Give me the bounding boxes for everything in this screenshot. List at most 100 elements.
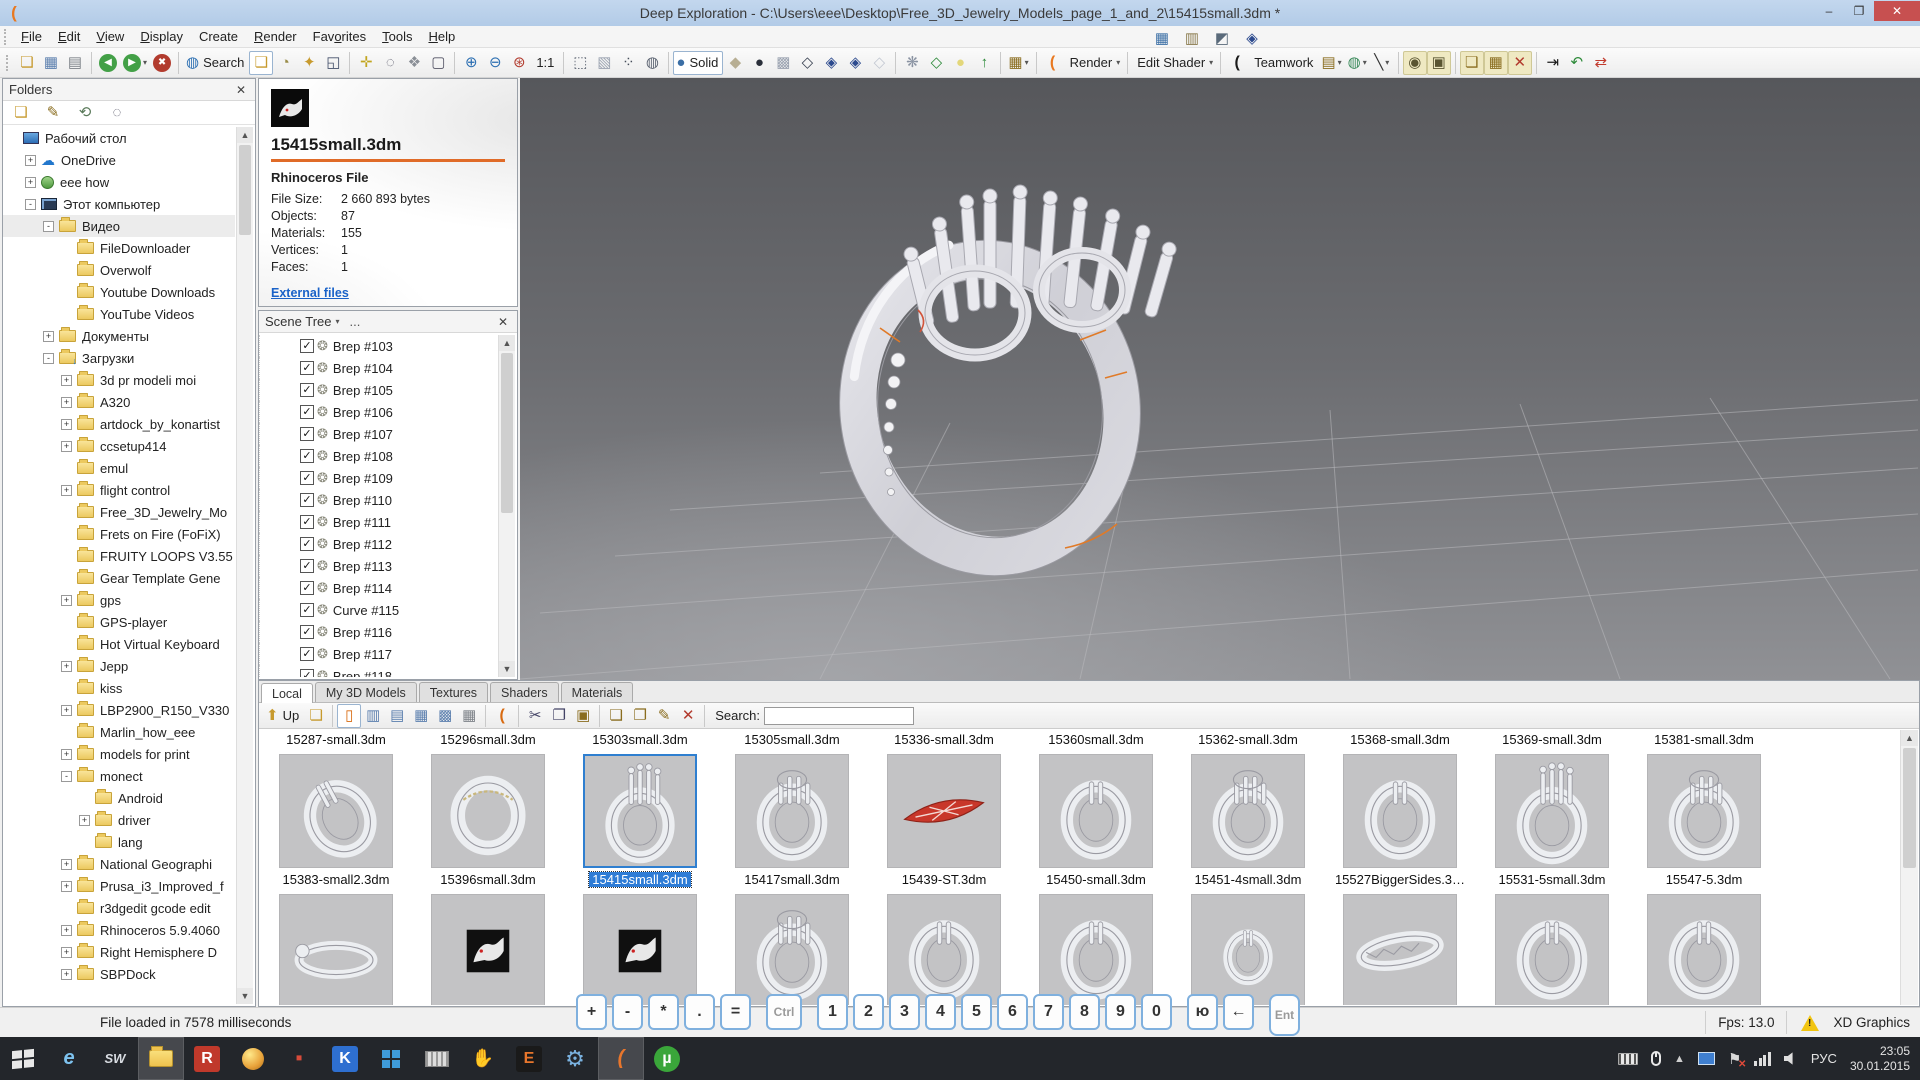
web-search-icon[interactable]: ◍Search — [183, 51, 249, 75]
scene-item-checkbox[interactable]: ✓ — [300, 669, 314, 677]
folder-item-android[interactable]: Android — [3, 787, 235, 809]
save-view-icon[interactable]: ▦ — [1484, 51, 1508, 75]
model-thumbnail[interactable] — [279, 894, 393, 1005]
folder-item-filedownloader[interactable]: FileDownloader — [3, 237, 235, 259]
tree-expander-icon[interactable]: + — [61, 397, 72, 408]
tab-my-3d-models[interactable]: My 3D Models — [315, 682, 417, 702]
thumbnail-cell[interactable] — [716, 890, 868, 1005]
scene-item-checkbox[interactable]: ✓ — [300, 581, 314, 595]
model-thumbnail[interactable] — [1495, 754, 1609, 868]
copy-icon[interactable]: ❐ — [547, 704, 571, 728]
wire-cube-icon[interactable]: ◇ — [795, 51, 819, 75]
folder-item-eee-how[interactable]: +eee how — [3, 171, 235, 193]
scene-item-brep-108[interactable]: ✓❂Brep #108 — [259, 445, 497, 467]
tree-expander-icon[interactable]: + — [25, 155, 36, 166]
grid-snap-icon-dropdown-icon[interactable]: ▾ — [1025, 58, 1029, 67]
search-input[interactable] — [764, 707, 914, 725]
save-icon[interactable]: ▦ — [39, 51, 63, 75]
folder-item-gps-player[interactable]: GPS-player — [3, 611, 235, 633]
browser-scrollbar[interactable]: ▲ — [1900, 730, 1918, 1005]
menu-edit[interactable]: Edit — [50, 27, 88, 46]
tree-expander-icon[interactable]: - — [25, 199, 36, 210]
transfer-arrows-icon[interactable]: ⇄ — [1589, 51, 1613, 75]
folder-item-jepp[interactable]: +Jepp — [3, 655, 235, 677]
language-indicator[interactable]: РУС — [1811, 1051, 1837, 1066]
tab-textures[interactable]: Textures — [419, 682, 488, 702]
key-3[interactable]: 3 — [889, 994, 920, 1030]
folder-item-sbpdock[interactable]: +SBPDock — [3, 963, 235, 985]
measure-line-icon[interactable]: ╲▾ — [1370, 51, 1394, 75]
model-thumbnail[interactable] — [735, 754, 849, 868]
model-thumbnail[interactable] — [1495, 894, 1609, 1005]
view-table-icon[interactable]: ▦ — [457, 704, 481, 728]
tray-network-flag-icon[interactable]: ⚑✕ — [1728, 1050, 1741, 1068]
menubar-grip[interactable] — [4, 29, 9, 45]
edit-shader-button-dropdown-icon[interactable]: ▾ — [1209, 58, 1213, 67]
scene-item-brep-109[interactable]: ✓❂Brep #109 — [259, 467, 497, 489]
load-view-icon[interactable]: ❏ — [1460, 51, 1484, 75]
warning-icon[interactable] — [1801, 1015, 1819, 1031]
paste-as-copy-icon[interactable]: ❏ — [604, 704, 628, 728]
screen-capture-icon[interactable]: ◱ — [321, 51, 345, 75]
taskbar-printer-tool[interactable]: ▪ — [276, 1037, 322, 1080]
thumbnail-cell[interactable]: 15360small.3dm — [1020, 730, 1172, 750]
key-*[interactable]: * — [648, 994, 679, 1030]
menu-file[interactable]: File — [13, 27, 50, 46]
tray-volume-icon[interactable] — [1784, 1052, 1798, 1066]
minimize-button[interactable]: – — [1814, 1, 1844, 21]
thumbnail-cell[interactable]: 15381-small.3dm — [1628, 730, 1780, 750]
folder-item-этот-компьютер[interactable]: -Этот компьютер — [3, 193, 235, 215]
model-thumbnail[interactable] — [735, 894, 849, 1005]
scene-item-checkbox[interactable]: ✓ — [300, 339, 314, 353]
tree-expander-icon[interactable]: + — [61, 925, 72, 936]
folder-item-rhinoceros-5-9-4060[interactable]: +Rhinoceros 5.9.4060 — [3, 919, 235, 941]
tree-expander-icon[interactable]: + — [25, 177, 36, 188]
dotted-cube-icon[interactable]: ▩ — [771, 51, 795, 75]
key--[interactable]: - — [612, 994, 643, 1030]
key-ю[interactable]: ю — [1187, 994, 1218, 1030]
clock[interactable]: 23:05 30.01.2015 — [1850, 1044, 1910, 1074]
taskbar-file-explorer[interactable] — [138, 1037, 184, 1080]
taskbar-rhinoceros[interactable]: R — [184, 1037, 230, 1080]
hidden-line-cube-icon[interactable]: ◈ — [819, 51, 843, 75]
folder-item-driver[interactable]: +driver — [3, 809, 235, 831]
key-.[interactable]: . — [684, 994, 715, 1030]
flat-shade-cube-icon[interactable]: ◆ — [723, 51, 747, 75]
snapshot-camera-icon[interactable]: ▣ — [1427, 51, 1451, 75]
thumbnail-cell[interactable]: 15369-small.3dm — [1476, 730, 1628, 750]
view-list-icon[interactable]: ▤ — [385, 704, 409, 728]
thumbnail-cell[interactable] — [1020, 890, 1172, 1005]
scene-item-brep-116[interactable]: ✓❂Brep #116 — [259, 621, 497, 643]
tree-expander-icon[interactable]: + — [43, 331, 54, 342]
taskbar-apps-grid[interactable] — [368, 1037, 414, 1080]
scene-item-checkbox[interactable]: ✓ — [300, 361, 314, 375]
duplicate-icon[interactable]: ❐ — [628, 704, 652, 728]
folder-item-models-for-print[interactable]: +models for print — [3, 743, 235, 765]
scene-item-brep-111[interactable]: ✓❂Brep #111 — [259, 511, 497, 533]
scene-item-checkbox[interactable]: ✓ — [300, 515, 314, 529]
tree-expander-icon[interactable]: + — [79, 815, 90, 826]
find-folder-icon[interactable]: ◌ — [105, 101, 129, 125]
show-eye-icon[interactable]: ◉ — [1403, 51, 1427, 75]
menu-render[interactable]: Render — [246, 27, 305, 46]
de-logo-icon[interactable]: ( — [490, 704, 514, 728]
folder-item-right-hemisphere-d[interactable]: +Right Hemisphere D — [3, 941, 235, 963]
forward-icon[interactable]: ▶▾ — [120, 51, 150, 75]
model-thumbnail[interactable] — [583, 894, 697, 1005]
scene-item-brep-117[interactable]: ✓❂Brep #117 — [259, 643, 497, 665]
scene-item-checkbox[interactable]: ✓ — [300, 647, 314, 661]
thumbnail-cell-selected[interactable]: 15415small.3dm — [564, 750, 716, 890]
tab-shaders[interactable]: Shaders — [490, 682, 559, 702]
tree-expander-icon[interactable]: + — [61, 947, 72, 958]
key-2[interactable]: 2 — [853, 994, 884, 1030]
new-folder-icon[interactable]: ❏ — [9, 101, 33, 125]
delete-view-icon[interactable]: ✕ — [1508, 51, 1532, 75]
folder-item-hot-virtual-keyboard[interactable]: Hot Virtual Keyboard — [3, 633, 235, 655]
folders-scroll-up-icon[interactable]: ▲ — [237, 127, 253, 143]
maximize-button[interactable]: ❐ — [1844, 1, 1874, 21]
scene-tree-dropdown-icon[interactable]: ▾ — [336, 317, 340, 326]
scene-item-checkbox[interactable]: ✓ — [300, 405, 314, 419]
vertices-mode-icon[interactable]: ⁘ — [616, 51, 640, 75]
thumbnail-cell[interactable]: 15305small.3dm — [716, 730, 868, 750]
thumbnail-cell[interactable]: 15287-small.3dm — [260, 730, 412, 750]
